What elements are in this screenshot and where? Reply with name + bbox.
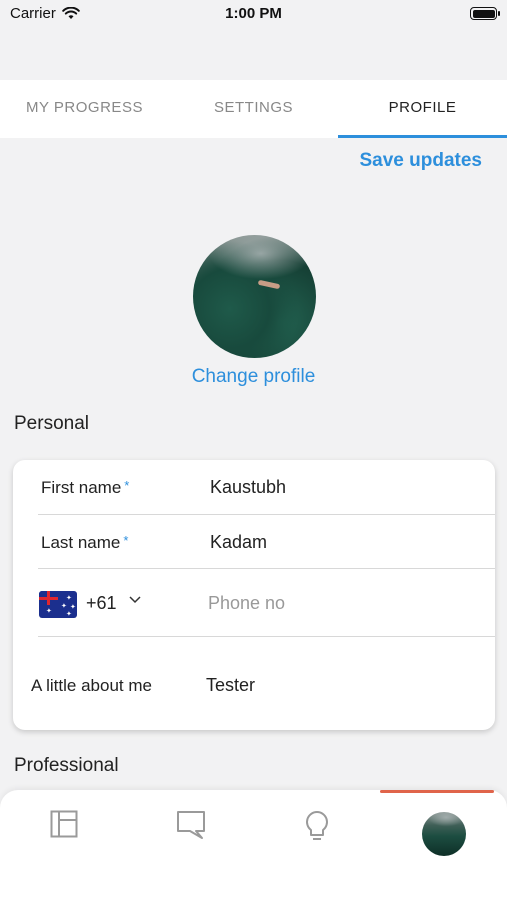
about-me-field[interactable]: Tester [206,675,255,696]
nav-dashboard[interactable] [44,810,84,860]
chevron-down-icon[interactable] [129,596,141,604]
lightbulb-icon [306,811,328,840]
first-name-row: First name * Kaustubh [13,460,495,515]
nav-messages[interactable] [171,810,211,860]
first-name-field[interactable]: Kaustubh [210,477,286,498]
personal-section-title: Personal [14,413,89,434]
battery-icon [470,7,500,20]
divider [38,568,495,569]
dashboard-icon [50,810,78,838]
phone-number-input[interactable] [208,588,458,618]
professional-section-title: Professional [14,755,119,776]
nav-ideas[interactable] [297,810,337,860]
active-tab-indicator [380,790,494,793]
personal-info-card: First name * Kaustubh Last name * Kadam ✦ … [13,460,495,730]
required-marker: * [123,533,129,548]
nav-profile-avatar[interactable] [422,812,466,856]
last-name-row: Last name * Kadam [13,515,495,569]
tab-settings[interactable]: SETTINGS [169,80,338,138]
chat-icon [177,811,205,839]
divider [38,636,495,637]
australia-flag-icon[interactable]: ✦ ✦ ✦ ✦ ✦ [39,591,77,618]
last-name-label: Last name * [41,533,129,552]
tab-my-progress[interactable]: MY PROGRESS [0,80,169,138]
change-profile-link[interactable]: Change profile [0,366,507,388]
about-me-label: A little about me [31,676,152,695]
first-name-label: First name * [41,478,130,497]
profile-avatar[interactable] [193,235,316,358]
tab-profile[interactable]: PROFILE [338,80,507,138]
status-bar: Carrier 1:00 PM [0,0,507,80]
status-time: 1:00 PM [225,5,282,22]
country-code[interactable]: +61 [86,593,117,614]
required-marker: * [124,478,130,493]
top-tab-bar: MY PROGRESS SETTINGS PROFILE [0,80,507,138]
save-updates-button[interactable]: Save updates [360,150,483,172]
last-name-field[interactable]: Kadam [210,532,267,553]
